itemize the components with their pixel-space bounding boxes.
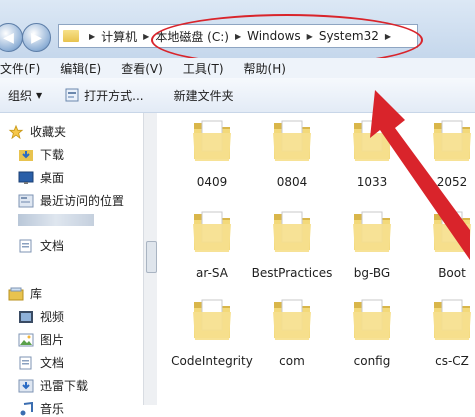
annotation-arrow — [370, 90, 470, 260]
